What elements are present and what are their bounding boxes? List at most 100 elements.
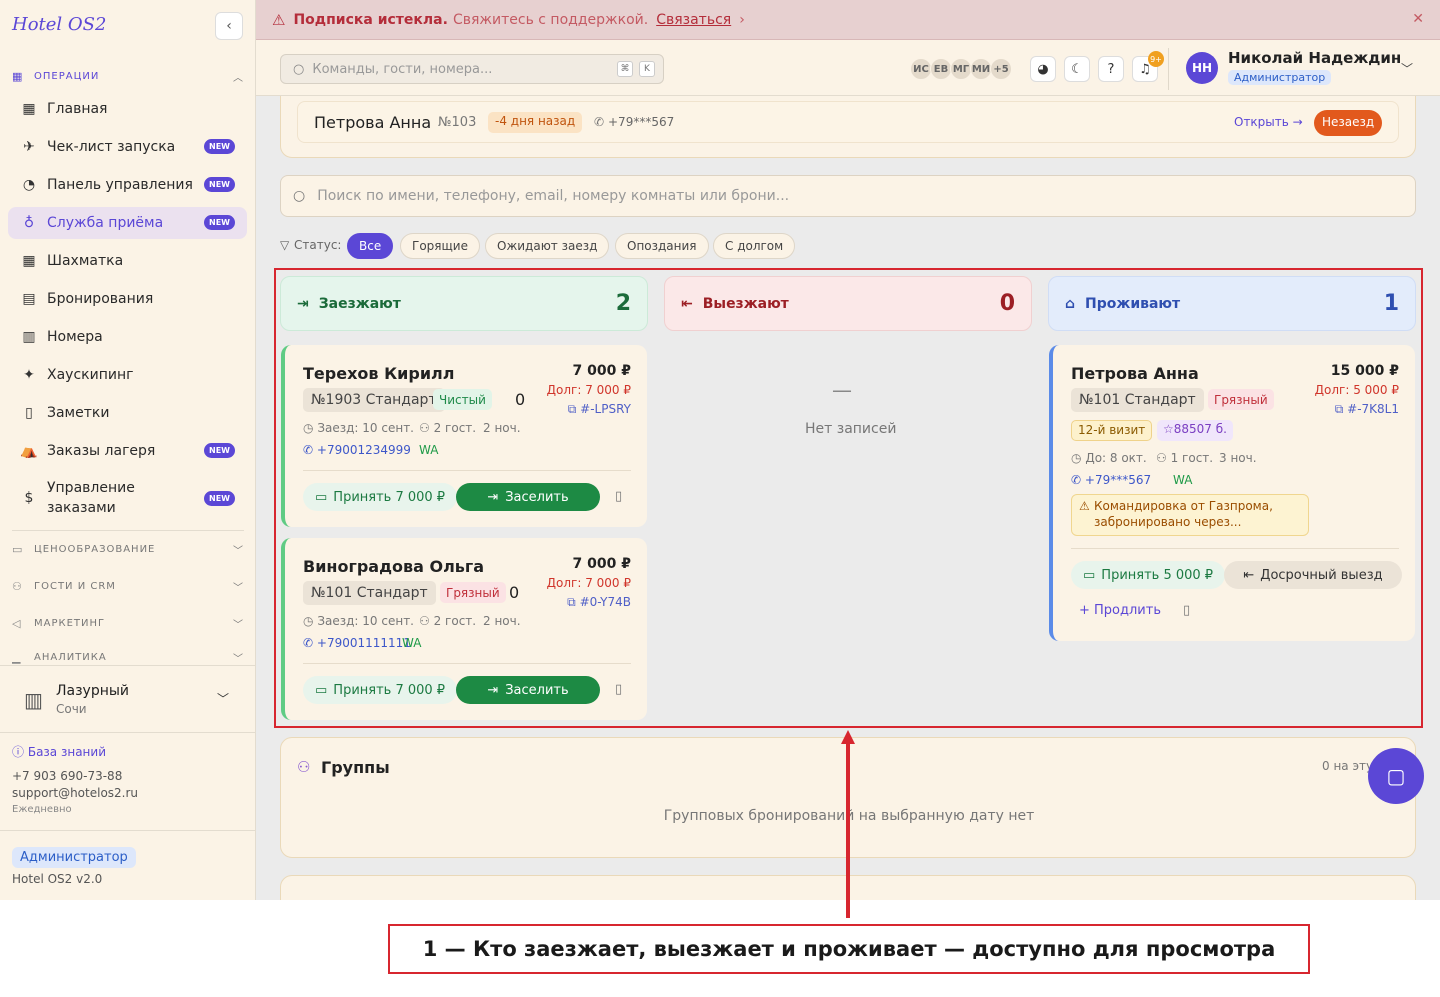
arriving-column-header: ⇥ Заезжают 2 [280,276,648,331]
staying-card[interactable]: Петрова Анна 15 000 ₽ Долг: 5 000 ₽ ⧉ #-… [1049,345,1415,641]
room-status-dirty: Грязный [1208,389,1274,410]
search-placeholder: Поиск по имени, телефону, email, номеру … [317,188,790,204]
close-icon[interactable]: ✕ [1412,11,1424,27]
phone-icon: ✆ [303,636,314,650]
guest-phone[interactable]: +79001234999 [317,443,411,457]
online-user-avatar[interactable]: МГ [950,58,972,80]
sidebar-item-rooms[interactable]: ▥ Номера [8,321,247,353]
early-checkout-button[interactable]: ⇤ Досрочный выезд [1224,561,1402,589]
no-show-panel: Петрова Анна №103 -4 дня назад ✆ +79***5… [280,96,1416,158]
phone-icon: ✆ [303,443,314,457]
guest-name: Виноградова Ольга [303,557,485,576]
zero-value: 0 [509,583,520,602]
help-button[interactable]: ? [1098,56,1124,82]
section-guests-crm[interactable]: ⚇ ГОСТИ И CRM ﹀ [12,576,244,596]
section-operations[interactable]: ▦ ОПЕРАЦИИ ︿ [12,66,244,86]
filter-icon: ▽ [280,238,290,252]
guest-phone[interactable]: +79***567 [1085,473,1151,487]
sidebar-item-chessboard[interactable]: ▦ Шахматка [8,245,247,277]
whatsapp-link[interactable]: WA [402,636,421,650]
guest-phone[interactable]: +79***567 [608,115,674,129]
dollar-icon: $ [24,490,34,506]
section-marketing[interactable]: ◁ МАРКЕТИНГ ﹀ [12,613,244,633]
checkin-date: Заезд: 10 сент. [317,614,414,628]
section-pricing[interactable]: ▭ ЦЕНООБРАЗОВАНИЕ ﹀ [12,539,244,559]
sidebar-item-label: Управление заказами [47,480,135,516]
book-icon[interactable]: ▯ [1183,603,1190,618]
book-icon[interactable]: ▯ [615,682,622,697]
user-avatar[interactable]: НН [1186,52,1218,84]
checkin-date: Заезд: 10 сент. [317,421,414,435]
support-phone[interactable]: +7 903 690-73-88 [12,769,243,783]
external-link-icon: ⧉ [567,402,577,416]
chevron-up-icon: ︿ [233,72,244,84]
filter-chip-debt[interactable]: С долгом [713,233,796,259]
guest-count: 1 гост. [1170,451,1214,465]
booking-ref-link[interactable]: ⧉ #-7K8L1 [1335,402,1399,417]
sidebar-item-notes[interactable]: ▯ Заметки [8,397,247,429]
theme-palette-button[interactable]: ◕ [1030,56,1056,82]
filter-chip-late[interactable]: Опоздания [615,233,709,259]
kbd-cmd: ⌘ [617,61,633,77]
knowledge-base-link[interactable]: ⓘ База знаний [12,743,243,760]
sidebar-item-control-panel[interactable]: ◔ Панель управления NEW [8,169,247,201]
booking-total: 15 000 ₽ [1330,363,1399,379]
hotel-switcher[interactable]: ▥ Лазурный Сочи ﹀ [0,665,255,733]
accept-payment-button[interactable]: ▭ Принять 5 000 ₽ [1071,561,1226,589]
room-status-dirty: Грязный [440,582,506,603]
booking-total: 7 000 ₽ [572,363,631,379]
whatsapp-link[interactable]: WA [419,443,438,457]
grid-icon: ▦ [22,253,36,269]
hotel-building-icon: ▥ [24,688,43,712]
chat-button[interactable]: ▢ [1368,748,1424,804]
accept-payment-button[interactable]: ▭ Принять 7 000 ₽ [303,676,458,704]
button-label: Принять 7 000 ₽ [333,682,446,698]
check-in-button[interactable]: ⇥ Заселить [456,483,600,511]
guest-phone[interactable]: +79001111111 [317,636,411,650]
sidebar-item-front-desk[interactable]: ♁ Служба приёма NEW [8,207,247,239]
notifications-button[interactable]: ♫ 9+ [1132,51,1164,82]
online-user-avatar[interactable]: МИ [970,58,992,80]
clipboard-icon: ▤ [22,291,36,307]
support-email[interactable]: support@hotelos2.ru [12,786,243,800]
debt-amount: Долг: 7 000 ₽ [546,383,631,397]
sidebar-item-home[interactable]: ▦ Главная [8,93,247,125]
sidebar-item-launch-checklist[interactable]: ✈ Чек-лист запуска NEW [8,131,247,163]
arrival-card[interactable]: Виноградова Ольга 7 000 ₽ Долг: 7 000 ₽ … [281,538,647,720]
guest-search-input[interactable]: ○ Поиск по имени, телефону, email, номер… [280,175,1416,217]
sidebar-item-label: Заказы лагеря [47,443,156,459]
card-icon: ▭ [315,489,328,505]
section-label: МАРКЕТИНГ [34,617,106,629]
whatsapp-link[interactable]: WA [1173,473,1192,487]
sidebar-item-camp-orders[interactable]: ⛺ Заказы лагеря NEW [8,435,247,467]
book-icon[interactable]: ▯ [615,489,622,504]
sidebar-collapse-button[interactable]: ‹ [215,12,243,40]
filter-chip-all[interactable]: Все [347,233,394,259]
more-users-count[interactable]: +5 [990,58,1012,80]
online-user-avatar[interactable]: ИС [910,58,932,80]
no-show-button[interactable]: Незаезд [1314,110,1383,136]
filter-chip-hot[interactable]: Горящие [400,233,480,259]
section-analytics[interactable]: ▁ АНАЛИТИКА ﹀ [12,650,244,665]
open-booking-link[interactable]: Открыть → [1234,115,1303,129]
gauge-icon: ◔ [22,177,36,193]
booking-ref-link[interactable]: ⧉ #-LPSRY [568,402,631,417]
arrival-card[interactable]: Терехов Кирилл 7 000 ₽ Долг: 7 000 ₽ ⧉ #… [281,345,647,527]
sidebar-item-housekeeping[interactable]: ✦ Хаускипинг [8,359,247,391]
check-in-button[interactable]: ⇥ Заселить [456,676,600,704]
search-icon: ○ [293,61,305,77]
booking-ref-link[interactable]: ⧉ #0-Y74B [567,595,631,610]
sidebar-item-label: Хаускипинг [47,367,134,383]
app-logo[interactable]: Hotel OS2 [12,14,106,35]
filter-chip-awaiting[interactable]: Ожидают заезд [485,233,610,259]
accept-payment-button[interactable]: ▭ Принять 7 000 ₽ [303,483,458,511]
sidebar-item-order-management[interactable]: $ Управление заказами NEW [8,474,247,522]
online-user-avatar[interactable]: ЕВ [930,58,952,80]
command-search[interactable]: ○ Команды, гости, номера... ⌘ K [280,54,664,84]
sidebar-item-bookings[interactable]: ▤ Бронирования [8,283,247,315]
extend-stay-button[interactable]: + Продлить [1079,603,1161,618]
contact-link[interactable]: Связаться [656,12,731,28]
dark-mode-button[interactable]: ☾ [1064,56,1090,82]
user-name[interactable]: Николай Надеждин [1228,49,1401,67]
chevron-down-icon[interactable]: ﹀ [1401,60,1413,77]
